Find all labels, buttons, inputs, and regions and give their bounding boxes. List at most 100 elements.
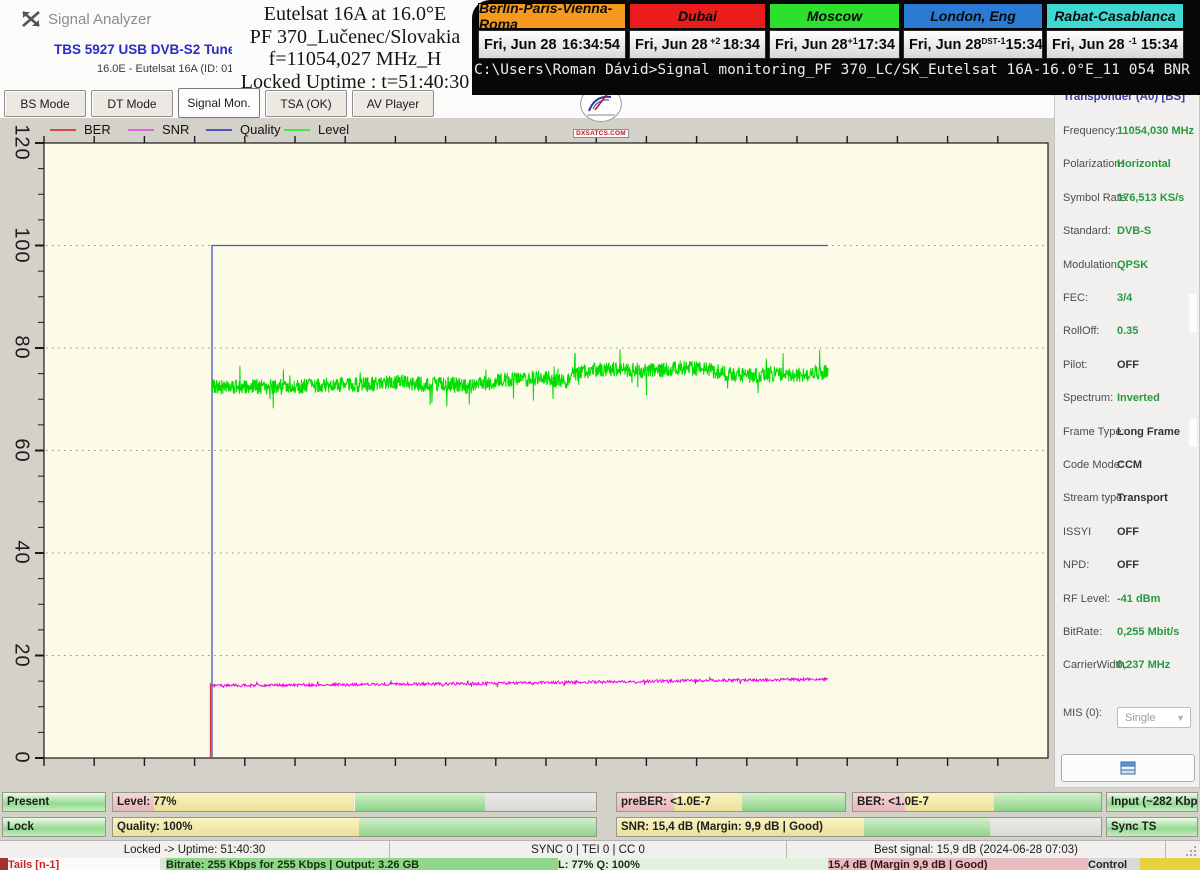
transponder-value: CCM [1117,459,1142,471]
tab-av-player[interactable]: AV Player [352,90,434,117]
transponder-row-codemode: Code Mode:CCM [1055,459,1200,475]
transponder-label: RF Level: [1063,593,1110,605]
clock-console-panel: Berlin-Paris-Vienna-RomaFri, Jun 2816:34… [472,0,1200,95]
statusbar-cell-2: Best signal: 15,9 dB (2024-06-28 07:03) [787,841,1166,859]
transponder-row-modulation: Modulation:QPSK [1055,259,1200,275]
tab-dt-mode[interactable]: DT Mode [91,90,173,117]
clock-hhmm: 17:34 [858,37,895,53]
clock-dubai: DubaiFri, Jun 28+218:34 [629,3,766,59]
mis-row: MIS (0): Single ▼ [1055,707,1200,723]
transponder-value: 176,513 KS/s [1117,192,1184,204]
clock-city-label: Dubai [629,3,766,29]
annotation-site: PF 370_Lučenec/Slovakia [232,26,478,49]
scrollbar-thumb[interactable] [1189,294,1197,332]
world-clocks: Berlin-Paris-Vienna-RomaFri, Jun 2816:34… [478,3,1196,59]
clipped-segment-4: L: 77% Q: 100% [558,858,828,870]
transponder-value: OFF [1117,559,1139,571]
clipped-text: Bitrate: 255 Kbps for 255 Kbps | Output:… [166,859,419,870]
clock-moscow: MoscowFri, Jun 28+117:34 [769,3,900,59]
tab-signal-mon-[interactable]: Signal Mon. [178,88,260,118]
transponder-label: Frame Type: [1063,426,1125,438]
chevron-down-icon: ▼ [1176,713,1185,723]
transponder-row-npd: NPD: OFF [1055,559,1200,575]
clipped-segment-7 [1140,858,1200,870]
clock-hhmm: 16:34:54 [562,37,620,53]
transponder-row-streamtype: Stream type:Transport [1055,492,1200,508]
transponder-save-button[interactable] [1061,754,1195,782]
indicator-label-level: Level: 77% [117,796,176,808]
indicator-label-snr: SNR: 15,4 dB (Margin: 9,9 dB | Good) [621,821,823,833]
resize-grip[interactable] [1185,844,1198,857]
transponder-label: Modulation: [1063,259,1120,271]
bar-segment-green [355,793,485,811]
transponder-label: Spectrum: [1063,392,1113,404]
bar-segment-green [994,793,1101,811]
clock-city-label: London, Eng [903,3,1043,29]
indicator-ber: BER: <1.0E-7 [852,792,1102,812]
transponder-label: NPD: [1063,559,1089,571]
transponder-row-issyi: ISSYIOFF [1055,526,1200,542]
mis-dropdown[interactable]: Single ▼ [1117,707,1191,728]
indicator-preber: preBER: <1.0E-7 [616,792,846,812]
legend-dash-quality [206,129,232,131]
clock-time: Fri, Jun 28DST-115:34:54 [903,30,1043,59]
clock-hhmm: 15:34 [1141,37,1178,53]
clock-date: Fri, Jun 28 [909,37,982,53]
terminal-command-line: C:\Users\Roman Dávid>Signal monitoring_P… [474,62,1196,86]
signal-chart [0,132,1050,790]
mis-dropdown-value: Single [1125,712,1156,724]
clock-time: Fri, Jun 28+218:34 [629,30,766,59]
app-logo-icon [20,8,42,30]
transponder-label: ISSYI [1063,526,1091,538]
statusbar-cell-0: Locked -> Uptime: 51:40:30 [0,841,390,859]
clipped-segment-3: Bitrate: 255 Kbps for 255 Kbps | Output:… [166,858,558,870]
indicator-label-lock: Lock [7,821,34,833]
bar-segment-green [742,793,845,811]
clock-city-label: Moscow [769,3,900,29]
mode-tabs: BS ModeDT ModeSignal Mon.TSA (OK)AV Play… [4,90,434,118]
indicator-bars: PresentLevel: 77%preBER: <1.0E-7BER: <1.… [0,790,1200,840]
transponder-label: RollOff: [1063,325,1099,337]
clock-utc-offset: -1 [1125,36,1141,46]
clipped-text: Tails [n-1] [8,859,59,870]
bar-segment-gray [485,793,596,811]
transponder-label: Standard: [1063,225,1111,237]
y-axis-tick-label: 20 [10,632,33,678]
indicator-quality: Quality: 100% [112,817,597,837]
clipped-text: 15,4 dB (Margin 9,9 dB | Good) [828,859,988,870]
y-axis-tick-label: 100 [10,222,33,268]
clock-hhmm: 18:34 [723,37,760,53]
clock-date: Fri, Jun 28 [1052,37,1125,53]
transponder-label: BitRate: [1063,626,1102,638]
legend-dash-snr [128,129,154,131]
transponder-panel: Transponder (A0) [BS] Frequency:11054,03… [1054,88,1200,788]
transponder-value: Horizontal [1117,158,1171,170]
transponder-value: Long Frame [1117,426,1180,438]
mis-label: MIS (0): [1063,707,1102,719]
clock-rabat-casablanca: Rabat-Casablanca Fri, Jun 28-115:34 [1046,3,1184,59]
transponder-row-carrierwidth: CarrierWidth:0,237 MHz [1055,659,1200,675]
tab-bs-mode[interactable]: BS Mode [4,90,86,117]
indicator-level: Level: 77% [112,792,597,812]
transponder-row-rflevel: RF Level:-41 dBm [1055,593,1200,609]
signal-chart-region: BERSNRQualityLevel 020406080100120 DXSAT… [0,118,1050,790]
transponder-label: Stream type: [1063,492,1125,504]
clipped-background-row: Tails [n-1] Bitrate: 255 Kbps for 255 Kbp… [0,858,1200,870]
transponder-value: 11054,030 MHz [1117,125,1194,137]
annotation-overlay: Eutelsat 16A at 16.0°E PF 370_Lučenec/Sl… [232,0,478,95]
transponder-label: Code Mode: [1063,459,1123,471]
dxsatcs-logo-text: DXSATCS.COM [573,129,629,138]
scrollbar-thumb[interactable] [1189,419,1197,447]
clock-date: Fri, Jun 28 [775,37,848,53]
transponder-row-frametype: Frame Type:Long Frame [1055,426,1200,442]
indicator-lock: Lock [2,817,106,837]
clock-city-label: Rabat-Casablanca [1046,3,1184,29]
transponder-label: Pilot: [1063,359,1087,371]
tab-tsa-ok-[interactable]: TSA (OK) [265,90,347,117]
indicator-label-preber: preBER: <1.0E-7 [621,796,711,808]
clock-time: Fri, Jun 2816:34:54 [478,30,626,59]
bar-segment-yellow [154,793,354,811]
panel-scrollbar[interactable] [1189,209,1197,709]
y-axis-tick-label: 120 [10,120,33,166]
indicator-label-input: Input (~282 Kbps) [1111,796,1198,808]
